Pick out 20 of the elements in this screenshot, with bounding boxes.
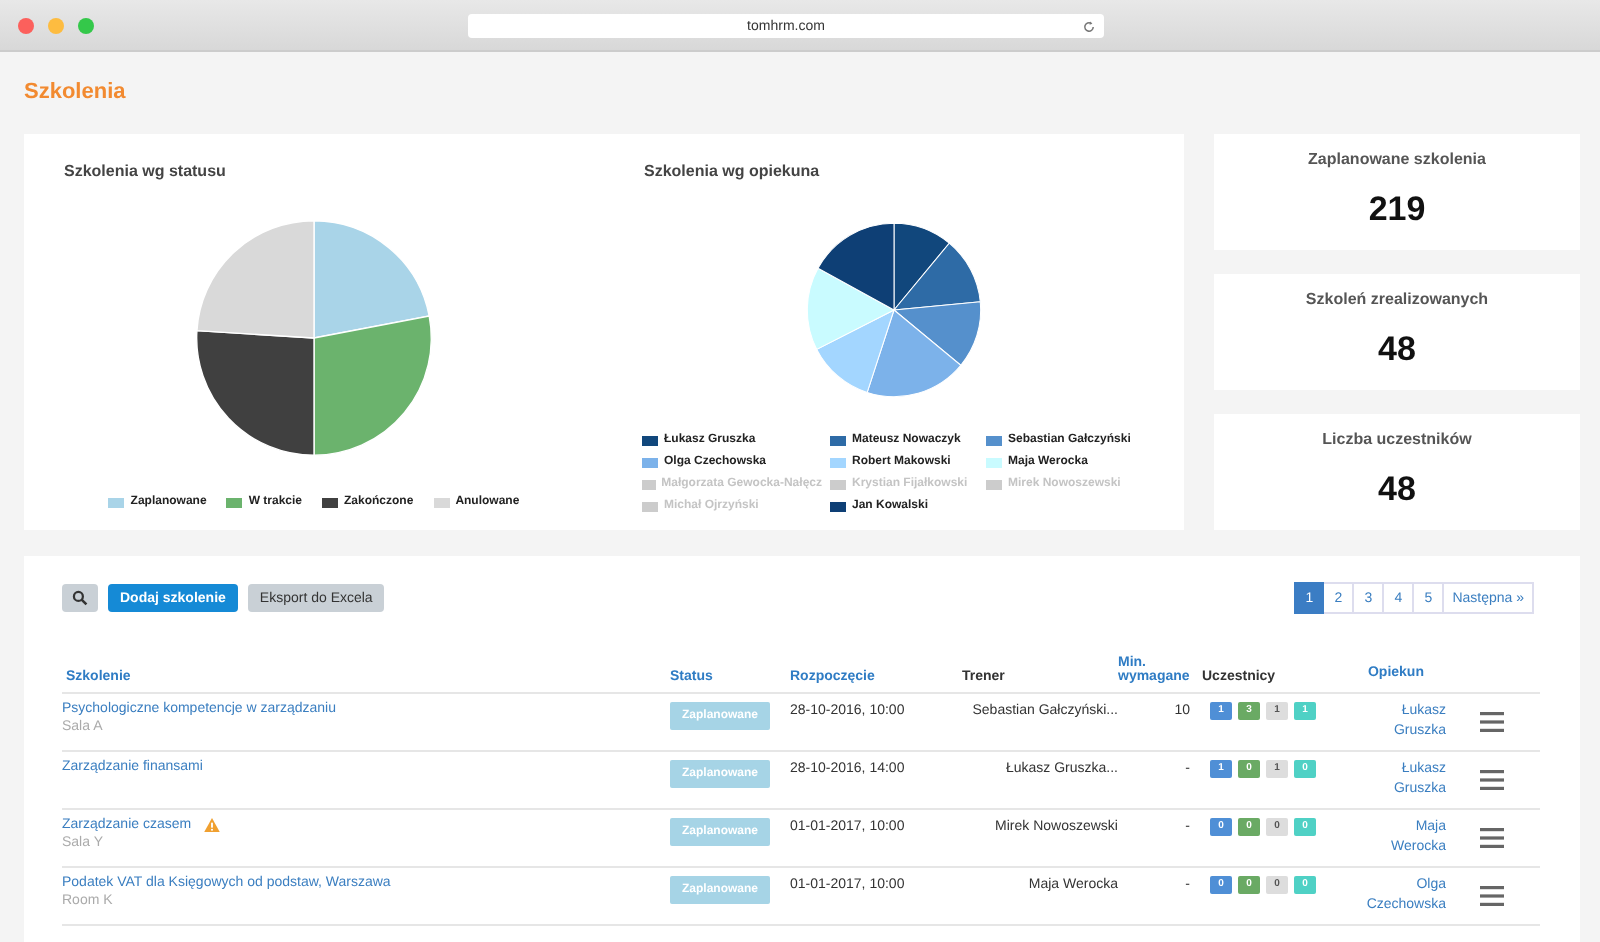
- chart-title: Szkolenia wg statusu: [64, 162, 226, 180]
- search-button[interactable]: [62, 584, 98, 612]
- menu-icon[interactable]: [1479, 828, 1503, 848]
- stat-value: 48: [1378, 330, 1416, 370]
- chart-title: Szkolenia wg opiekuna: [644, 162, 820, 180]
- search-icon: [72, 590, 88, 606]
- reload-icon[interactable]: [1082, 19, 1096, 33]
- stat-value: 48: [1378, 470, 1416, 510]
- menu-icon[interactable]: [1479, 770, 1503, 790]
- stat-label: Szkoleń zrealizowanych: [1305, 290, 1489, 308]
- stat-label: Liczba uczestników: [1322, 430, 1472, 448]
- menu-icon[interactable]: [1479, 712, 1503, 732]
- legend-swatch: [830, 479, 846, 489]
- legend-swatch: [642, 479, 656, 489]
- legend-swatch: [986, 479, 1002, 489]
- page-title: Szkolenia: [24, 78, 128, 108]
- menu-icon[interactable]: [1479, 886, 1503, 906]
- legend-swatch: [642, 501, 658, 511]
- stat-label: Zaplanowane szkolenia: [1308, 150, 1486, 168]
- stat-value: 219: [1368, 190, 1426, 230]
